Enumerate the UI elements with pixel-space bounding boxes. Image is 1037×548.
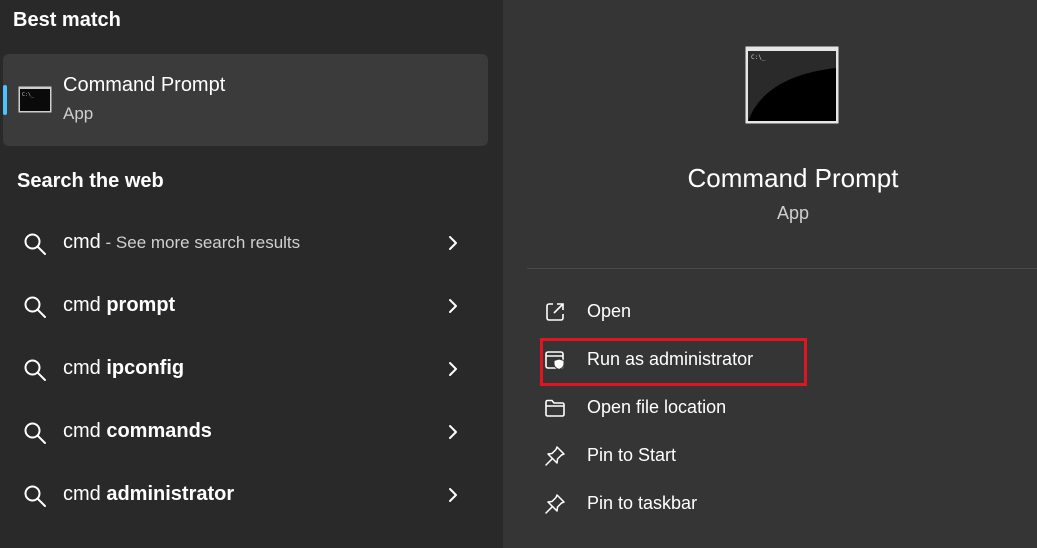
search-web-heading: Search the web xyxy=(17,170,164,192)
action-label: Pin to taskbar xyxy=(587,493,698,513)
selection-indicator xyxy=(3,85,7,115)
svg-text:C:\_: C:\_ xyxy=(22,92,35,98)
web-result-item[interactable]: cmd ipconfig xyxy=(3,344,488,394)
web-result-item[interactable]: cmd administrator xyxy=(3,470,488,520)
details-app-type: App xyxy=(776,203,810,223)
chevron-right-icon xyxy=(449,362,457,376)
action-label: Pin to Start xyxy=(587,445,677,465)
web-result-item[interactable]: cmd - See more search results xyxy=(3,218,488,268)
web-result-text: cmd commands xyxy=(63,420,212,442)
chevron-right-icon xyxy=(449,425,457,439)
web-result-text: cmd prompt xyxy=(63,294,176,316)
web-result-item[interactable]: cmd commands xyxy=(3,407,488,457)
web-result-text: cmd - See more search results xyxy=(63,231,301,253)
pin-icon xyxy=(545,494,565,514)
details-divider xyxy=(527,268,1037,269)
svg-text:C:\_: C:\_ xyxy=(751,54,766,61)
details-panel: C:\_ Command Prompt App Open Run as admi… xyxy=(503,0,1037,548)
chevron-right-icon xyxy=(449,299,457,313)
action-label: Open xyxy=(587,301,632,321)
action-pin-to-taskbar[interactable]: Pin to taskbar xyxy=(537,486,997,522)
command-prompt-icon: C:\_ xyxy=(18,86,52,113)
web-result-text: cmd ipconfig xyxy=(63,357,185,379)
best-match-app-type: App xyxy=(63,104,94,123)
best-match-app-name: Command Prompt xyxy=(63,74,226,96)
web-result-text: cmd administrator xyxy=(63,483,235,505)
search-icon xyxy=(24,422,46,444)
action-open-file-location[interactable]: Open file location xyxy=(537,390,997,426)
pin-icon xyxy=(545,446,565,466)
search-icon xyxy=(24,296,46,318)
action-pin-to-start[interactable]: Pin to Start xyxy=(537,438,997,474)
chevron-right-icon xyxy=(449,488,457,502)
chevron-right-icon xyxy=(449,236,457,250)
results-list-panel: Best match C:\_ Command Prompt App Searc… xyxy=(0,0,503,548)
best-match-item[interactable]: C:\_ Command Prompt App xyxy=(3,54,488,146)
search-icon xyxy=(24,485,46,507)
action-label: Open file location xyxy=(587,397,727,417)
web-result-item[interactable]: cmd prompt xyxy=(3,281,488,331)
command-prompt-large-icon: C:\_ xyxy=(745,46,839,124)
folder-icon xyxy=(545,399,565,417)
search-icon xyxy=(24,233,46,255)
details-app-name: Command Prompt xyxy=(687,163,899,193)
start-search-results: Best match C:\_ Command Prompt App Searc… xyxy=(0,0,1037,548)
action-open[interactable]: Open xyxy=(537,294,997,330)
best-match-heading: Best match xyxy=(13,9,121,31)
search-icon xyxy=(24,359,46,381)
highlight-box xyxy=(540,338,807,386)
open-external-icon xyxy=(546,303,564,321)
